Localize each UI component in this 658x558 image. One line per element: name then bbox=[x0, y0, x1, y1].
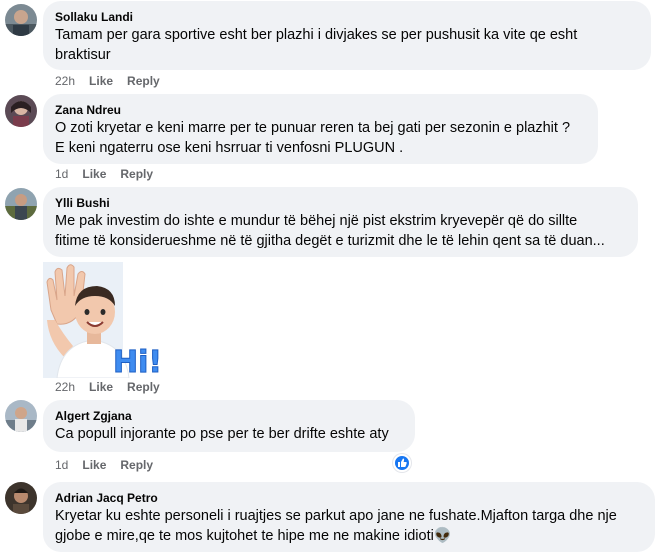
comment-text: Me pak investim do ishte e mundur të bëh… bbox=[55, 213, 578, 229]
like-button[interactable]: Like bbox=[89, 379, 113, 395]
comment-text: fitime të konsiderueshme në të gjitha de… bbox=[55, 233, 605, 249]
comment-author[interactable]: Adrian Jacq Petro bbox=[55, 490, 643, 506]
reply-button[interactable]: Reply bbox=[127, 379, 160, 395]
comment-bubble: Adrian Jacq Petro Kryetar ku eshte perso… bbox=[43, 482, 655, 552]
like-button[interactable]: Like bbox=[82, 166, 106, 182]
comment-actions: 22h Like Reply bbox=[55, 379, 174, 395]
avatar[interactable] bbox=[5, 188, 37, 220]
avatar[interactable] bbox=[5, 400, 37, 432]
comment-bubble: Ylli Bushi Me pak investim do ishte e mu… bbox=[43, 187, 638, 257]
reply-button[interactable]: Reply bbox=[127, 73, 160, 89]
like-button[interactable]: Like bbox=[82, 457, 106, 473]
comment-author[interactable]: Sollaku Landi bbox=[55, 9, 639, 25]
comment-actions: 1d Like Reply bbox=[55, 166, 167, 182]
comment-author[interactable]: Algert Zgjana bbox=[55, 408, 403, 424]
comment-time[interactable]: 22h bbox=[55, 379, 75, 395]
sticker-text: Hi! bbox=[113, 345, 162, 378]
comment-text: gjobe e mire,qe te mos kujtohet te hipe … bbox=[55, 528, 452, 544]
comment-text: Tamam per gara sportive esht ber plazhi … bbox=[55, 27, 578, 43]
like-reaction-icon[interactable] bbox=[393, 454, 411, 472]
comment-text: Kryetar ku eshte personeli i ruajtjes se… bbox=[55, 508, 617, 524]
comment-text: O zoti kryetar e keni marre per te punua… bbox=[55, 120, 571, 136]
avatar[interactable] bbox=[5, 95, 37, 127]
comment-bubble: Algert Zgjana Ca popull injorante po pse… bbox=[43, 400, 415, 452]
comment-bubble: Zana Ndreu O zoti kryetar e keni marre p… bbox=[43, 94, 598, 164]
reply-button[interactable]: Reply bbox=[120, 457, 153, 473]
comment-time[interactable]: 1d bbox=[55, 166, 68, 182]
comment-actions: 1d Like Reply bbox=[55, 457, 167, 473]
hi-sticker[interactable]: Hi! bbox=[43, 262, 163, 381]
comment-actions: 22h Like Reply bbox=[55, 73, 174, 89]
comment-time[interactable]: 1d bbox=[55, 457, 68, 473]
reply-button[interactable]: Reply bbox=[120, 166, 153, 182]
comment-text: braktisur bbox=[55, 47, 111, 63]
comment-author[interactable]: Ylli Bushi bbox=[55, 195, 626, 211]
avatar[interactable] bbox=[5, 482, 37, 514]
comment-text: E keni ngaterru ose keni hsrruar ti venf… bbox=[55, 140, 404, 156]
like-button[interactable]: Like bbox=[89, 73, 113, 89]
comment-text: Ca popull injorante po pse per te ber dr… bbox=[55, 426, 389, 442]
comment-bubble: Sollaku Landi Tamam per gara sportive es… bbox=[43, 1, 651, 70]
comment-author[interactable]: Zana Ndreu bbox=[55, 102, 586, 118]
comment-time[interactable]: 22h bbox=[55, 73, 75, 89]
avatar[interactable] bbox=[5, 4, 37, 36]
